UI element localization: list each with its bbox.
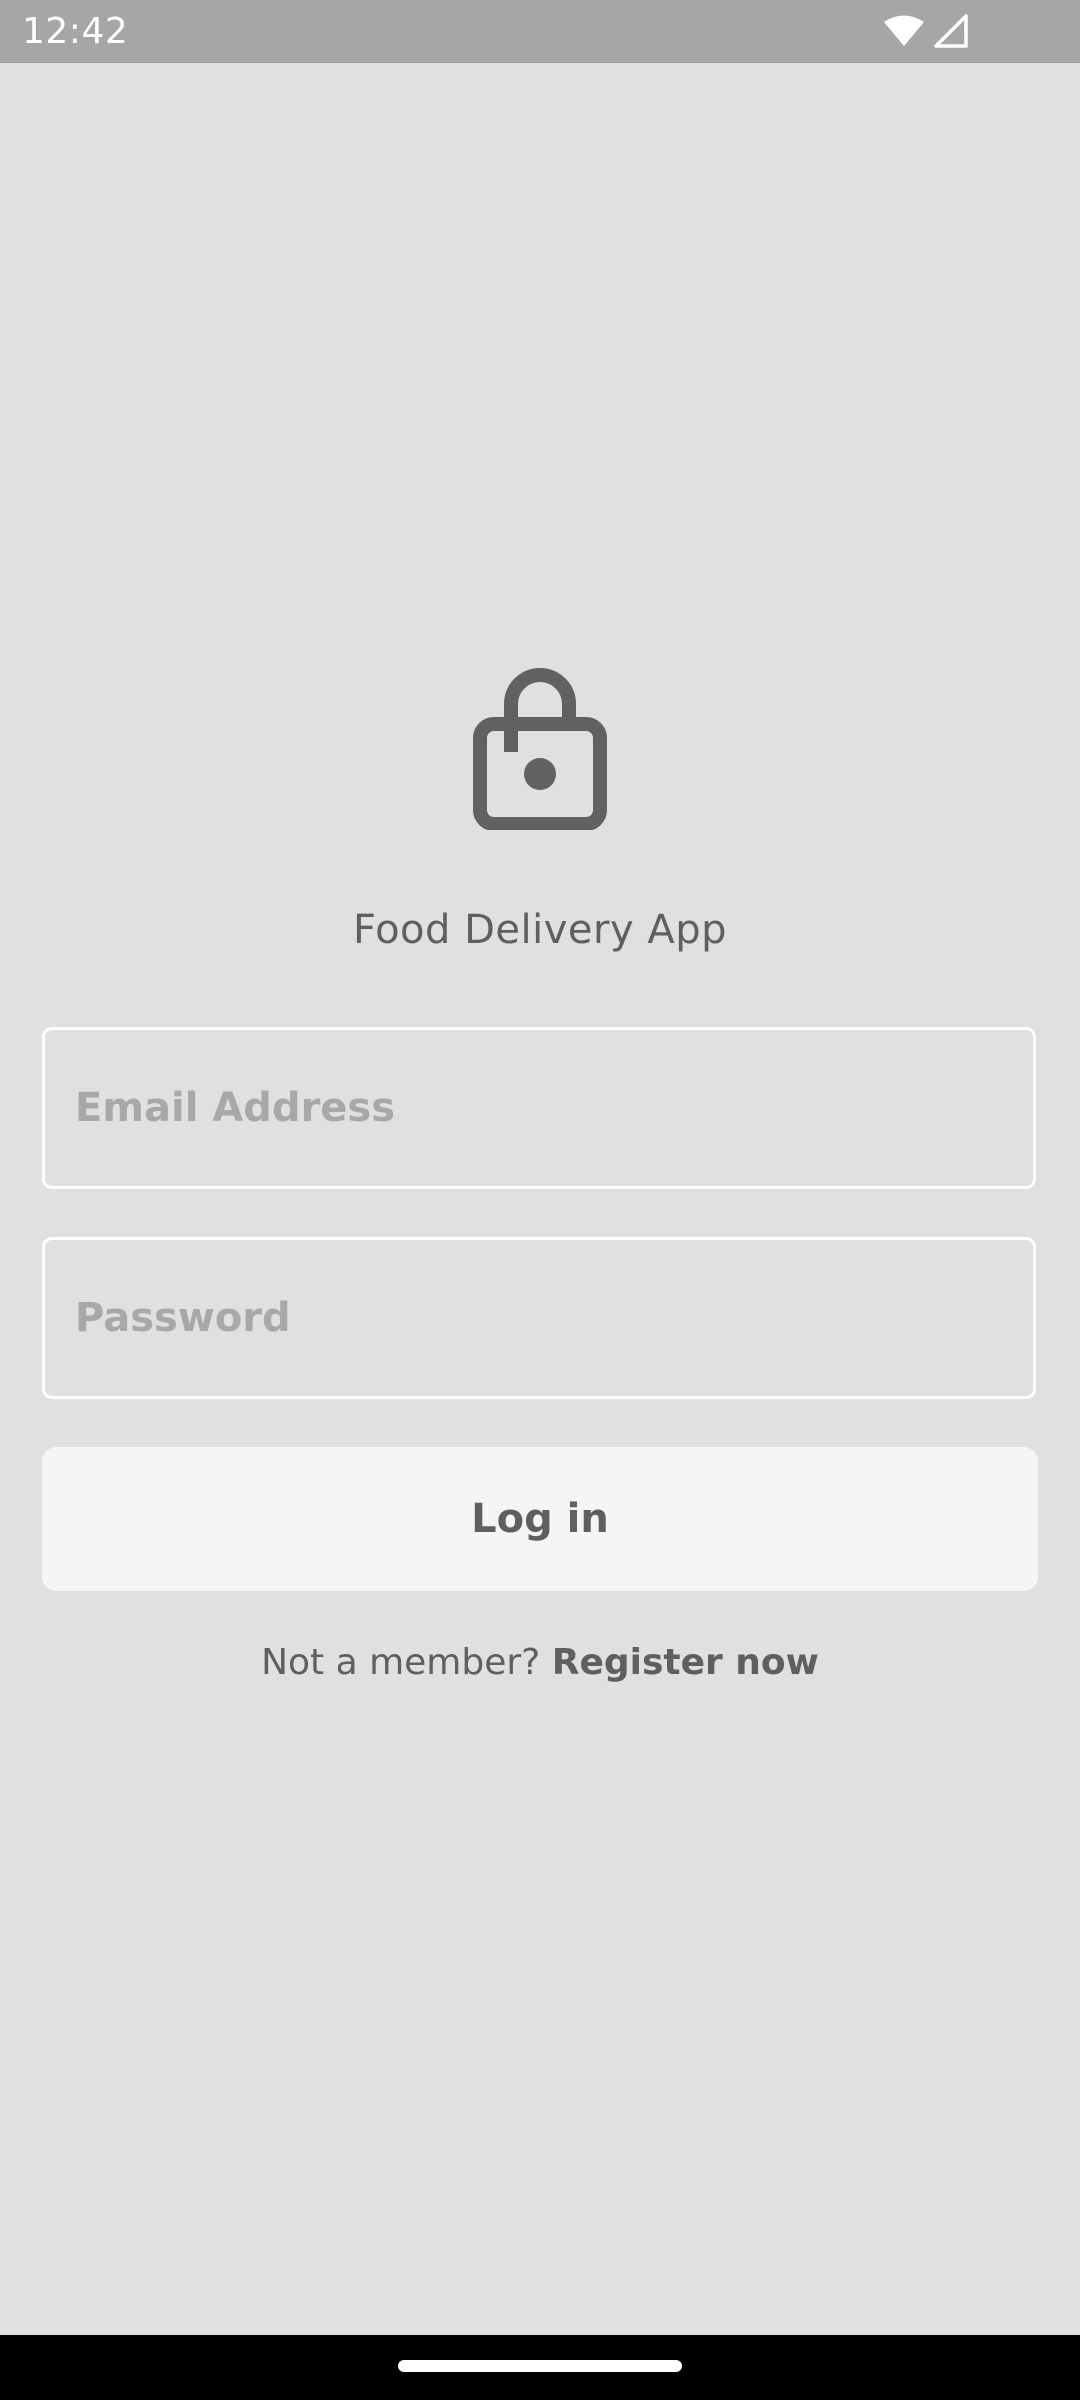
status-icons bbox=[884, 13, 968, 49]
register-row: Not a member? Register now bbox=[0, 1641, 1080, 1685]
app-title: Food Delivery App bbox=[352, 907, 728, 953]
status-bar: 12:42 bbox=[0, 0, 1080, 63]
login-button[interactable]: Log in bbox=[42, 1447, 1038, 1591]
password-field[interactable] bbox=[42, 1237, 1036, 1399]
navigation-bar bbox=[0, 2335, 1080, 2400]
signal-icon bbox=[934, 14, 968, 48]
wifi-icon bbox=[884, 15, 924, 46]
status-time: 12:42 bbox=[22, 11, 129, 52]
register-prompt: Not a member? bbox=[261, 1642, 552, 1683]
lock-open-icon bbox=[473, 668, 607, 830]
email-field[interactable] bbox=[42, 1027, 1036, 1189]
login-screen: Food Delivery App Log in Not a member? R… bbox=[0, 63, 1080, 2335]
register-link[interactable]: Register now bbox=[552, 1642, 819, 1683]
home-handle[interactable] bbox=[398, 2360, 682, 2372]
